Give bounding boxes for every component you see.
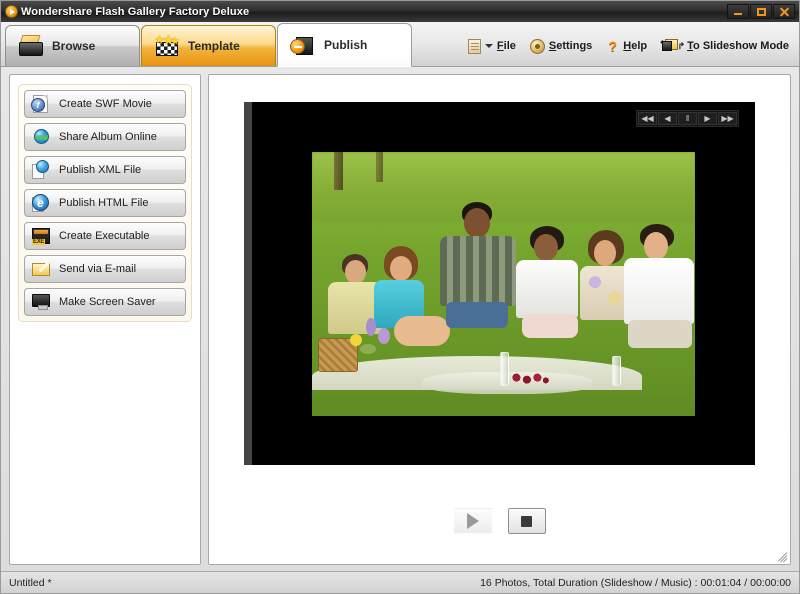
folder-icon xyxy=(18,35,44,57)
stage-playback-controls: ◀◀ ◀ ‖ ▶ ▶▶ xyxy=(636,110,739,127)
xml-file-icon xyxy=(31,160,51,180)
exe-file-icon: EXE xyxy=(31,226,51,246)
create-swf-movie-button[interactable]: f Create SWF Movie xyxy=(24,90,186,118)
minimize-button[interactable] xyxy=(727,4,749,19)
tab-bar: Browse ★★★ Template Publish File Sett xyxy=(1,22,799,67)
make-screen-saver-button[interactable]: Make Screen Saver xyxy=(24,288,186,316)
stage-wrapper: ◀◀ ◀ ‖ ▶ ▶▶ xyxy=(209,75,790,478)
preview-panel: ◀◀ ◀ ‖ ▶ ▶▶ xyxy=(208,74,791,565)
pause-button[interactable]: ‖ xyxy=(678,112,697,125)
send-via-email-label: Send via E-mail xyxy=(59,263,136,275)
window-controls xyxy=(727,4,797,19)
transport-controls xyxy=(209,478,790,564)
chevron-down-icon xyxy=(485,44,493,48)
envelope-icon xyxy=(31,259,51,279)
main-body: f Create SWF Movie Share Album Online Pu… xyxy=(1,67,799,571)
to-slideshow-mode-button[interactable]: ↰↱ To Slideshow Mode xyxy=(661,38,789,54)
question-mark-icon: ? xyxy=(606,39,619,54)
play-button[interactable]: ▶ xyxy=(698,112,717,125)
stop-square-icon xyxy=(521,516,532,527)
swf-file-icon: f xyxy=(31,94,51,114)
slideshow-photo xyxy=(311,151,696,417)
status-photo-info: 16 Photos, Total Duration (Slideshow / M… xyxy=(480,577,791,589)
help-button[interactable]: ? Help xyxy=(606,39,647,54)
status-bar: Untitled * 16 Photos, Total Duration (Sl… xyxy=(1,571,799,593)
maximize-button[interactable] xyxy=(750,4,772,19)
help-label: Help xyxy=(623,40,647,52)
publish-arrow-icon xyxy=(290,34,316,56)
gear-icon xyxy=(530,39,545,54)
top-toolbar: File Settings ? Help ↰↱ To Slideshow Mod… xyxy=(468,38,799,66)
publish-xml-file-label: Publish XML File xyxy=(59,164,141,176)
previous-button[interactable]: ◀ xyxy=(658,112,677,125)
title-bar: Wondershare Flash Gallery Factory Deluxe xyxy=(1,1,799,22)
tab-browse-label: Browse xyxy=(52,39,95,53)
tab-template[interactable]: ★★★ Template xyxy=(141,25,276,66)
publish-xml-file-button[interactable]: Publish XML File xyxy=(24,156,186,184)
share-album-online-label: Share Album Online xyxy=(59,131,157,143)
file-menu-label: File xyxy=(497,40,516,52)
to-slideshow-mode-label: To Slideshow Mode xyxy=(687,40,789,52)
template-board-icon: ★★★ xyxy=(154,35,180,57)
settings-label: Settings xyxy=(549,40,592,52)
monitor-switch-icon: ↰↱ xyxy=(661,38,683,54)
play-circle-icon xyxy=(5,5,18,18)
document-icon xyxy=(468,39,481,54)
play-button[interactable] xyxy=(454,508,492,534)
application-window: Wondershare Flash Gallery Factory Deluxe… xyxy=(0,0,800,594)
publish-options-sidebar: f Create SWF Movie Share Album Online Pu… xyxy=(9,74,201,565)
play-triangle-icon xyxy=(467,513,479,529)
share-album-online-button[interactable]: Share Album Online xyxy=(24,123,186,151)
file-menu-button[interactable]: File xyxy=(468,39,516,54)
settings-button[interactable]: Settings xyxy=(530,39,592,54)
globe-share-icon xyxy=(31,127,51,147)
internet-explorer-icon: e xyxy=(31,193,51,213)
preview-stage: ◀◀ ◀ ‖ ▶ ▶▶ xyxy=(244,102,755,465)
tab-publish-label: Publish xyxy=(324,38,367,52)
publish-button-group: f Create SWF Movie Share Album Online Pu… xyxy=(18,84,192,322)
status-document-name: Untitled * xyxy=(9,577,52,589)
make-screen-saver-label: Make Screen Saver xyxy=(59,296,156,308)
create-executable-label: Create Executable xyxy=(59,230,150,242)
create-executable-button[interactable]: EXE Create Executable xyxy=(24,222,186,250)
send-via-email-button[interactable]: Send via E-mail xyxy=(24,255,186,283)
forward-to-end-button[interactable]: ▶▶ xyxy=(718,112,737,125)
monitor-icon xyxy=(31,292,51,312)
publish-html-file-label: Publish HTML File xyxy=(59,197,148,209)
tab-publish[interactable]: Publish xyxy=(277,23,412,67)
resize-grip[interactable] xyxy=(774,548,787,561)
window-title: Wondershare Flash Gallery Factory Deluxe xyxy=(21,6,249,18)
tab-template-label: Template xyxy=(188,39,240,53)
tab-browse[interactable]: Browse xyxy=(5,25,140,66)
rewind-to-start-button[interactable]: ◀◀ xyxy=(638,112,657,125)
create-swf-movie-label: Create SWF Movie xyxy=(59,98,152,110)
close-button[interactable] xyxy=(773,4,795,19)
stop-button[interactable] xyxy=(508,508,546,534)
publish-html-file-button[interactable]: e Publish HTML File xyxy=(24,189,186,217)
